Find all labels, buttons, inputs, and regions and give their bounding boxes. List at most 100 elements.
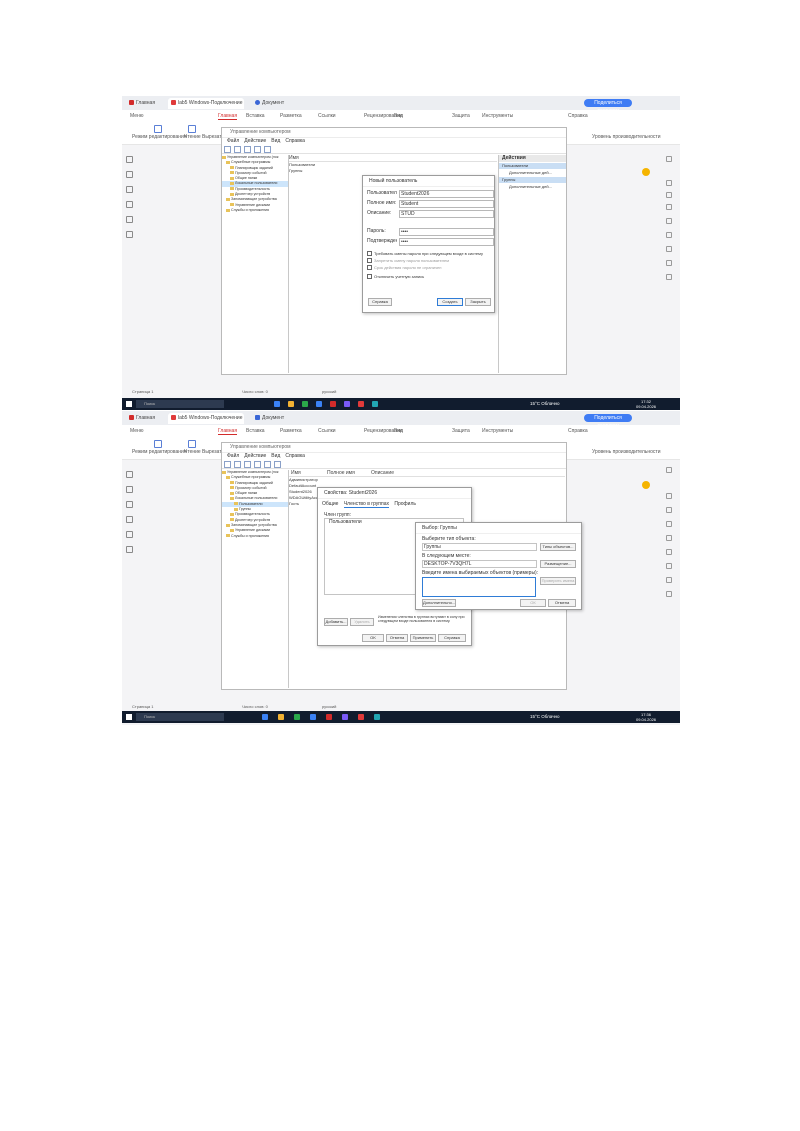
cancel-button[interactable]: Отмена: [548, 599, 576, 607]
column-header-description[interactable]: Описание: [371, 470, 394, 476]
ok-button[interactable]: ОК: [520, 599, 546, 607]
never-expires-checkbox[interactable]: Срок действия пароля не ограничен: [367, 265, 441, 271]
tree-node[interactable]: Службы и приложения: [222, 208, 288, 213]
tab-document[interactable]: Документ: [252, 98, 338, 109]
forward-icon[interactable]: [234, 461, 241, 468]
outline-icon[interactable]: [126, 471, 133, 478]
ok-button[interactable]: OK: [362, 634, 384, 642]
cancel-button[interactable]: Отмена: [386, 634, 408, 642]
comment-icon[interactable]: [126, 216, 133, 223]
description-field[interactable]: STUD: [399, 210, 494, 218]
tool-icon[interactable]: [666, 507, 672, 513]
tab-profile[interactable]: Профиль: [394, 501, 416, 507]
actions-group[interactable]: Группы: [499, 177, 566, 183]
taskbar-search[interactable]: Поиск: [136, 713, 224, 721]
explorer-icon[interactable]: [274, 401, 280, 407]
menu-item[interactable]: Разметка: [280, 428, 302, 434]
performance-level[interactable]: Уровень производительности: [592, 134, 660, 140]
wps-icon[interactable]: [358, 401, 364, 407]
tool-icon[interactable]: [666, 549, 672, 555]
mmc-menu-view[interactable]: Вид: [271, 138, 280, 144]
up-icon[interactable]: [244, 461, 251, 468]
column-header-name[interactable]: Имя: [289, 155, 497, 162]
tool-icon[interactable]: [666, 521, 672, 527]
actions-group[interactable]: Пользователи: [499, 163, 566, 169]
app-icon[interactable]: [344, 401, 350, 407]
tool-icon[interactable]: [666, 591, 672, 597]
windows-start-icon[interactable]: [126, 714, 132, 720]
tool-icon[interactable]: [666, 274, 672, 280]
mmc-menu-help[interactable]: Справка: [285, 138, 305, 144]
assistant-icon[interactable]: [642, 481, 650, 489]
tab-general[interactable]: Общие: [322, 501, 338, 507]
attachment-icon[interactable]: [126, 231, 133, 238]
attachment-icon[interactable]: [126, 546, 133, 553]
tool-icon[interactable]: [666, 232, 672, 238]
list-item[interactable]: Группы: [289, 168, 497, 174]
menu-item[interactable]: Защита: [452, 428, 470, 434]
menu-item[interactable]: Вставка: [246, 428, 265, 434]
close-button[interactable]: Закрыть: [465, 298, 491, 306]
check-names-button[interactable]: Проверить имена: [540, 577, 576, 585]
add-button[interactable]: Добавить...: [324, 618, 348, 626]
weather-widget[interactable]: 15°C Облачно: [530, 714, 560, 719]
outline-icon[interactable]: [126, 156, 133, 163]
folder-icon[interactable]: [288, 401, 294, 407]
mmc-menu-file[interactable]: Файл: [227, 138, 239, 144]
tool-icon[interactable]: [666, 467, 672, 473]
help-icon[interactable]: [274, 461, 281, 468]
menu-item[interactable]: Справка: [568, 428, 588, 434]
menu-item[interactable]: Справка: [568, 113, 588, 119]
tool-icon[interactable]: [666, 204, 672, 210]
object-names-input[interactable]: [422, 577, 536, 597]
object-types-button[interactable]: Типы объектов...: [540, 543, 576, 551]
assistant-icon[interactable]: [642, 168, 650, 176]
mmc-menu-help[interactable]: Справка: [285, 453, 305, 459]
comment-icon[interactable]: [126, 531, 133, 538]
system-clock[interactable]: 17:32 09.04.2026: [636, 399, 656, 409]
mmc-menu-action[interactable]: Действие: [244, 138, 266, 144]
back-icon[interactable]: [224, 461, 231, 468]
menu-item[interactable]: Вид: [394, 113, 403, 119]
chrome-icon[interactable]: [294, 714, 300, 720]
properties-icon[interactable]: [264, 461, 271, 468]
confirm-password-field[interactable]: ••••: [399, 238, 494, 246]
up-icon[interactable]: [244, 146, 251, 153]
tab-document-pdf[interactable]: lab5 Windows-Подключение: [168, 98, 244, 109]
read-button[interactable]: Чтение: [184, 449, 201, 455]
search-icon[interactable]: [126, 201, 133, 208]
mmc-menu-action[interactable]: Действие: [244, 453, 266, 459]
explorer-icon[interactable]: [262, 714, 268, 720]
share-button[interactable]: Поделиться доступом: [584, 414, 632, 429]
help-icon[interactable]: [264, 146, 271, 153]
mmc-menu-file[interactable]: Файл: [227, 453, 239, 459]
username-field[interactable]: Student2026: [399, 190, 494, 198]
tool-icon[interactable]: [666, 246, 672, 252]
tab-member-of[interactable]: Членство в группах: [343, 501, 389, 508]
tool-icon[interactable]: [666, 493, 672, 499]
tool-icon[interactable]: [666, 577, 672, 583]
windows-start-icon[interactable]: [126, 401, 132, 407]
column-header-name[interactable]: Имя: [291, 470, 301, 476]
menu-item[interactable]: Меню: [130, 113, 144, 119]
tab-document[interactable]: Документ: [252, 413, 298, 424]
help-button[interactable]: Справка: [368, 298, 392, 306]
column-header-fullname[interactable]: Полное имя: [327, 470, 355, 476]
disabled-checkbox[interactable]: Отключить учетную запись: [367, 274, 424, 280]
edit-mode-button[interactable]: Режим редактирования: [132, 134, 187, 140]
chrome-icon[interactable]: [302, 401, 308, 407]
create-button[interactable]: Создать: [437, 298, 463, 306]
mmc-menu-view[interactable]: Вид: [271, 453, 280, 459]
thumbnail-icon[interactable]: [126, 486, 133, 493]
menu-item[interactable]: Защита: [452, 113, 470, 119]
menu-item-home[interactable]: Главная: [218, 428, 238, 435]
menu-item[interactable]: Вид: [394, 428, 403, 434]
tool-icon[interactable]: [666, 192, 672, 198]
tool-icon[interactable]: [666, 156, 672, 162]
locations-button[interactable]: Размещение...: [540, 560, 576, 568]
edge-icon[interactable]: [310, 714, 316, 720]
must-change-checkbox[interactable]: Требовать смены пароля при следующем вхо…: [367, 251, 483, 257]
remove-button[interactable]: Удалить: [350, 618, 374, 626]
help-button[interactable]: Справка: [438, 634, 466, 642]
tab-document-pdf[interactable]: lab5 Windows-Подключение: [168, 413, 244, 424]
